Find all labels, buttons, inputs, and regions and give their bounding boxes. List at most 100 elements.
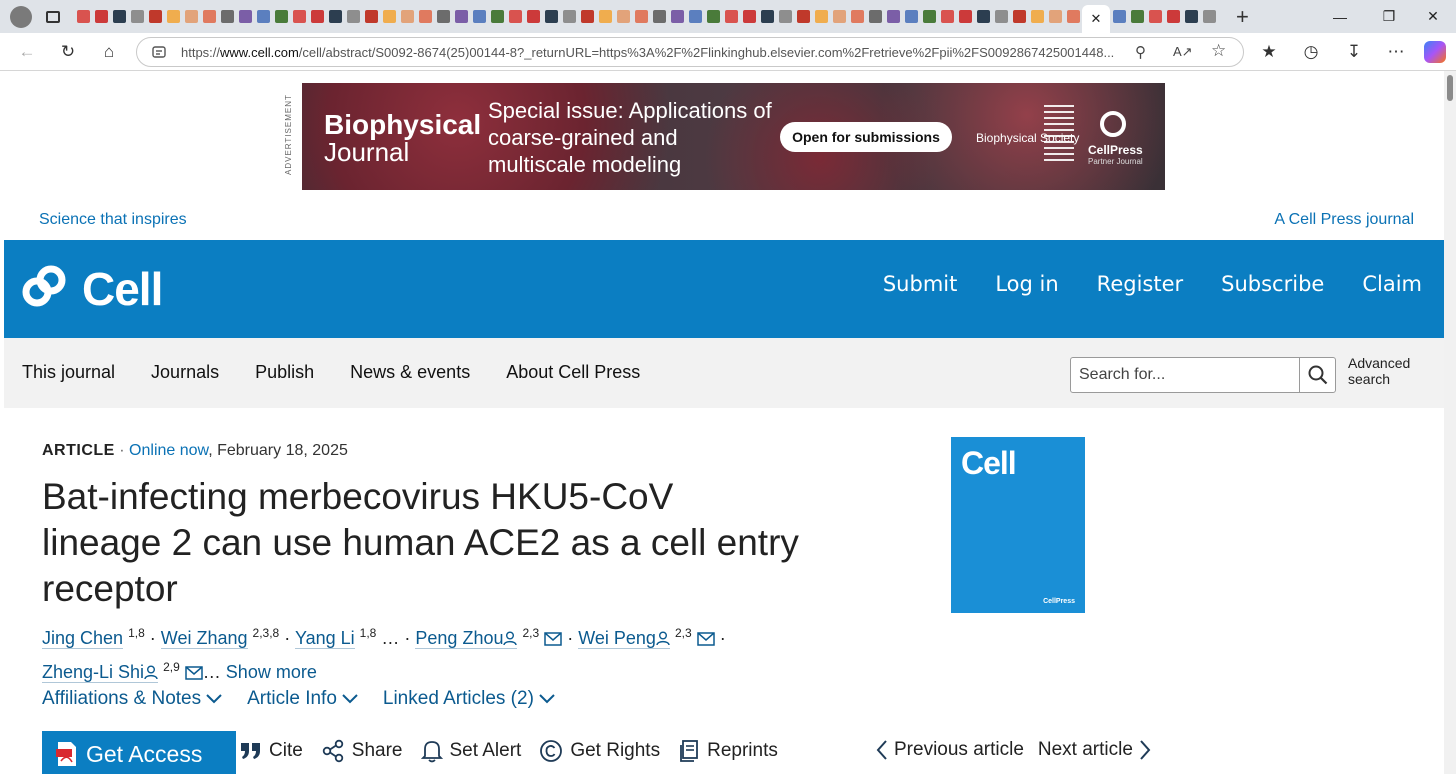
back-icon[interactable]: ← (16, 41, 38, 63)
tab-favicon-icon[interactable] (1166, 10, 1180, 23)
subnav-news-events[interactable]: News & events (350, 362, 470, 383)
subnav-this-journal[interactable]: This journal (22, 362, 115, 383)
tab-favicon-icon[interactable] (796, 10, 810, 23)
tab-favicon-icon[interactable] (76, 10, 90, 23)
tab-favicon-icon[interactable] (94, 10, 108, 23)
downloads-icon[interactable]: ↧ (1343, 41, 1365, 63)
site-info-icon[interactable] (151, 44, 167, 60)
tagline-left[interactable]: Science that inspires (39, 211, 187, 229)
get-rights-button[interactable]: Get Rights (539, 739, 660, 763)
email-icon[interactable] (544, 632, 562, 646)
tab-favicon-icon[interactable] (868, 10, 882, 23)
tab-favicon-icon[interactable] (922, 10, 936, 23)
tab-favicon-icon[interactable] (580, 10, 594, 23)
close-window-icon[interactable]: ✕ (1410, 0, 1456, 33)
tab-favicon-icon[interactable] (814, 10, 828, 23)
tab-favicon-icon[interactable] (328, 10, 342, 23)
tab-favicon-icon[interactable] (904, 10, 918, 23)
nav-claim[interactable]: Claim (1362, 272, 1422, 296)
address-bar[interactable]: https://www.cell.com/cell/abstract/S0092… (136, 37, 1244, 67)
tab-favicon-icon[interactable] (886, 10, 900, 23)
tab-favicon-icon[interactable] (274, 10, 288, 23)
tab-favicon-icon[interactable] (652, 10, 666, 23)
tab-favicon-icon[interactable] (742, 10, 756, 23)
tab-favicon-icon[interactable] (256, 10, 270, 23)
nav-submit[interactable]: Submit (883, 272, 958, 296)
tab-favicon-icon[interactable] (778, 10, 792, 23)
advertisement-banner[interactable]: Biophysical Journal Special issue: Appli… (302, 83, 1165, 190)
tab-favicon-icon[interactable] (202, 10, 216, 23)
tab-favicon-icon[interactable] (958, 10, 972, 23)
copilot-icon[interactable] (1424, 41, 1446, 63)
email-icon[interactable] (696, 632, 715, 646)
author-link[interactable]: Wei Zhang (160, 628, 248, 649)
set-alert-button[interactable]: Set Alert (420, 739, 521, 763)
ad-cta-button[interactable]: Open for submissions (780, 122, 952, 152)
tagline-right[interactable]: A Cell Press journal (1274, 211, 1414, 229)
show-more-authors-link[interactable]: Show more (226, 662, 317, 682)
tab-favicon-icon[interactable] (310, 10, 324, 23)
url-text[interactable]: https://www.cell.com/cell/abstract/S0092… (181, 45, 1131, 60)
tab-affiliations[interactable]: Affiliations & Notes (42, 688, 223, 710)
close-tab-icon[interactable]: ✕ (1091, 11, 1102, 27)
tab-favicon-icon[interactable] (418, 10, 432, 23)
page-scrollbar[interactable] (1444, 71, 1456, 774)
email-icon[interactable] (185, 666, 203, 680)
tab-favicon-icon[interactable] (688, 10, 702, 23)
subnav-about[interactable]: About Cell Press (506, 362, 640, 383)
active-tab[interactable]: ✕ (1082, 5, 1110, 33)
get-access-button[interactable]: Get Access (42, 731, 236, 774)
tab-favicon-icon[interactable] (112, 10, 126, 23)
reload-icon[interactable]: ↻ (57, 41, 79, 63)
cell-logo-icon[interactable] (22, 264, 66, 308)
nav-register[interactable]: Register (1097, 272, 1183, 296)
tab-favicon-icon[interactable] (148, 10, 162, 23)
search-button[interactable] (1299, 358, 1336, 392)
tab-favicon-icon[interactable] (364, 10, 378, 23)
tab-favicon-icon[interactable] (1048, 10, 1062, 23)
maximize-icon[interactable]: ❐ (1366, 0, 1412, 33)
subnav-journals[interactable]: Journals (151, 362, 219, 383)
tab-favicon-icon[interactable] (1130, 10, 1144, 23)
home-icon[interactable]: ⌂ (98, 41, 120, 63)
tab-favicon-icon[interactable] (706, 10, 720, 23)
favorite-star-icon[interactable]: ☆ (1211, 41, 1226, 61)
tab-favicon-icon[interactable] (436, 10, 450, 23)
read-aloud-icon[interactable]: A↗ (1173, 44, 1193, 60)
tab-favicon-icon[interactable] (760, 10, 774, 23)
previous-article-link[interactable]: Previous article (876, 739, 1024, 761)
search-input[interactable] (1071, 358, 1299, 392)
more-menu-icon[interactable]: ⋯ (1385, 41, 1407, 63)
author-link[interactable]: Jing Chen (42, 628, 124, 649)
tab-favicon-icon[interactable] (184, 10, 198, 23)
tab-favicon-icon[interactable] (1184, 10, 1198, 23)
minimize-icon[interactable]: — (1317, 0, 1363, 33)
author-link[interactable]: Wei Peng (578, 628, 670, 649)
online-status-link[interactable]: Online now (129, 442, 208, 459)
tab-favicon-icon[interactable] (1148, 10, 1162, 23)
site-logo[interactable]: Cell (82, 262, 163, 316)
tab-favicon-icon[interactable] (724, 10, 738, 23)
author-link[interactable]: Peng Zhou (415, 628, 518, 649)
tab-favicon-icon[interactable] (526, 10, 540, 23)
advanced-search-link[interactable]: Advanced search (1348, 355, 1428, 387)
tab-favicon-icon[interactable] (562, 10, 576, 23)
tab-linked-articles[interactable]: Linked Articles (2) (383, 688, 556, 710)
tab-article-info[interactable]: Article Info (247, 688, 359, 710)
tab-favicon-icon[interactable] (292, 10, 306, 23)
new-tab-button[interactable]: + (1236, 4, 1249, 30)
cite-button[interactable]: Cite (240, 739, 303, 763)
nav-subscribe[interactable]: Subscribe (1221, 272, 1324, 296)
tab-favicon-icon[interactable] (1030, 10, 1044, 23)
tab-favicon-icon[interactable] (616, 10, 630, 23)
tab-favicon-icon[interactable] (598, 10, 612, 23)
tab-favicon-icon[interactable] (130, 10, 144, 23)
tab-favicon-icon[interactable] (166, 10, 180, 23)
journal-cover-image[interactable]: Cell CellPress (951, 437, 1085, 613)
tab-favicon-icon[interactable] (832, 10, 846, 23)
share-button[interactable]: Share (321, 739, 403, 763)
tab-favicon-icon[interactable] (472, 10, 486, 23)
history-icon[interactable]: ◷ (1300, 41, 1322, 63)
tab-favicon-icon[interactable] (1112, 10, 1126, 23)
nav-login[interactable]: Log in (995, 272, 1058, 296)
